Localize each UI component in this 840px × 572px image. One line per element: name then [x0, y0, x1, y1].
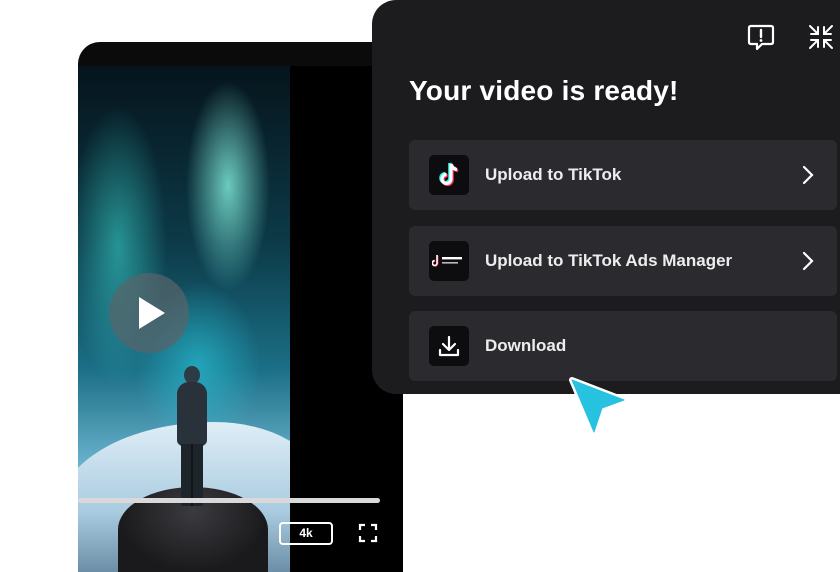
upload-tiktok-button[interactable]: Upload to TikTok: [409, 140, 837, 210]
fullscreen-icon[interactable]: [358, 523, 378, 543]
chevron-right-icon: [802, 165, 814, 185]
play-button[interactable]: [109, 273, 189, 353]
page-title: Your video is ready!: [409, 75, 679, 106]
upload-tiktok-ads-button[interactable]: Upload to TikTok Ads Manager: [409, 226, 837, 296]
mouse-cursor-icon: [569, 377, 627, 435]
upload-tiktok-label: Upload to TikTok: [485, 165, 622, 184]
tiktok-for-business-logo-icon: [429, 241, 469, 281]
video-player: 4k: [78, 42, 403, 572]
export-panel: Your video is ready! Upload to TikTok Up…: [372, 0, 840, 394]
collapse-icon[interactable]: [806, 22, 836, 52]
tiktok-logo-icon: [429, 155, 469, 195]
download-label: Download: [485, 336, 567, 355]
download-icon: [429, 326, 469, 366]
person-silhouette: [171, 366, 215, 506]
download-button[interactable]: Download: [409, 311, 837, 381]
quality-badge[interactable]: 4k: [279, 522, 333, 545]
play-icon: [139, 297, 165, 329]
chevron-right-icon: [802, 251, 814, 271]
upload-tiktok-ads-label: Upload to TikTok Ads Manager: [485, 251, 733, 270]
progress-bar[interactable]: [78, 498, 380, 503]
progress-fill: [78, 498, 380, 503]
feedback-icon[interactable]: [746, 22, 776, 52]
